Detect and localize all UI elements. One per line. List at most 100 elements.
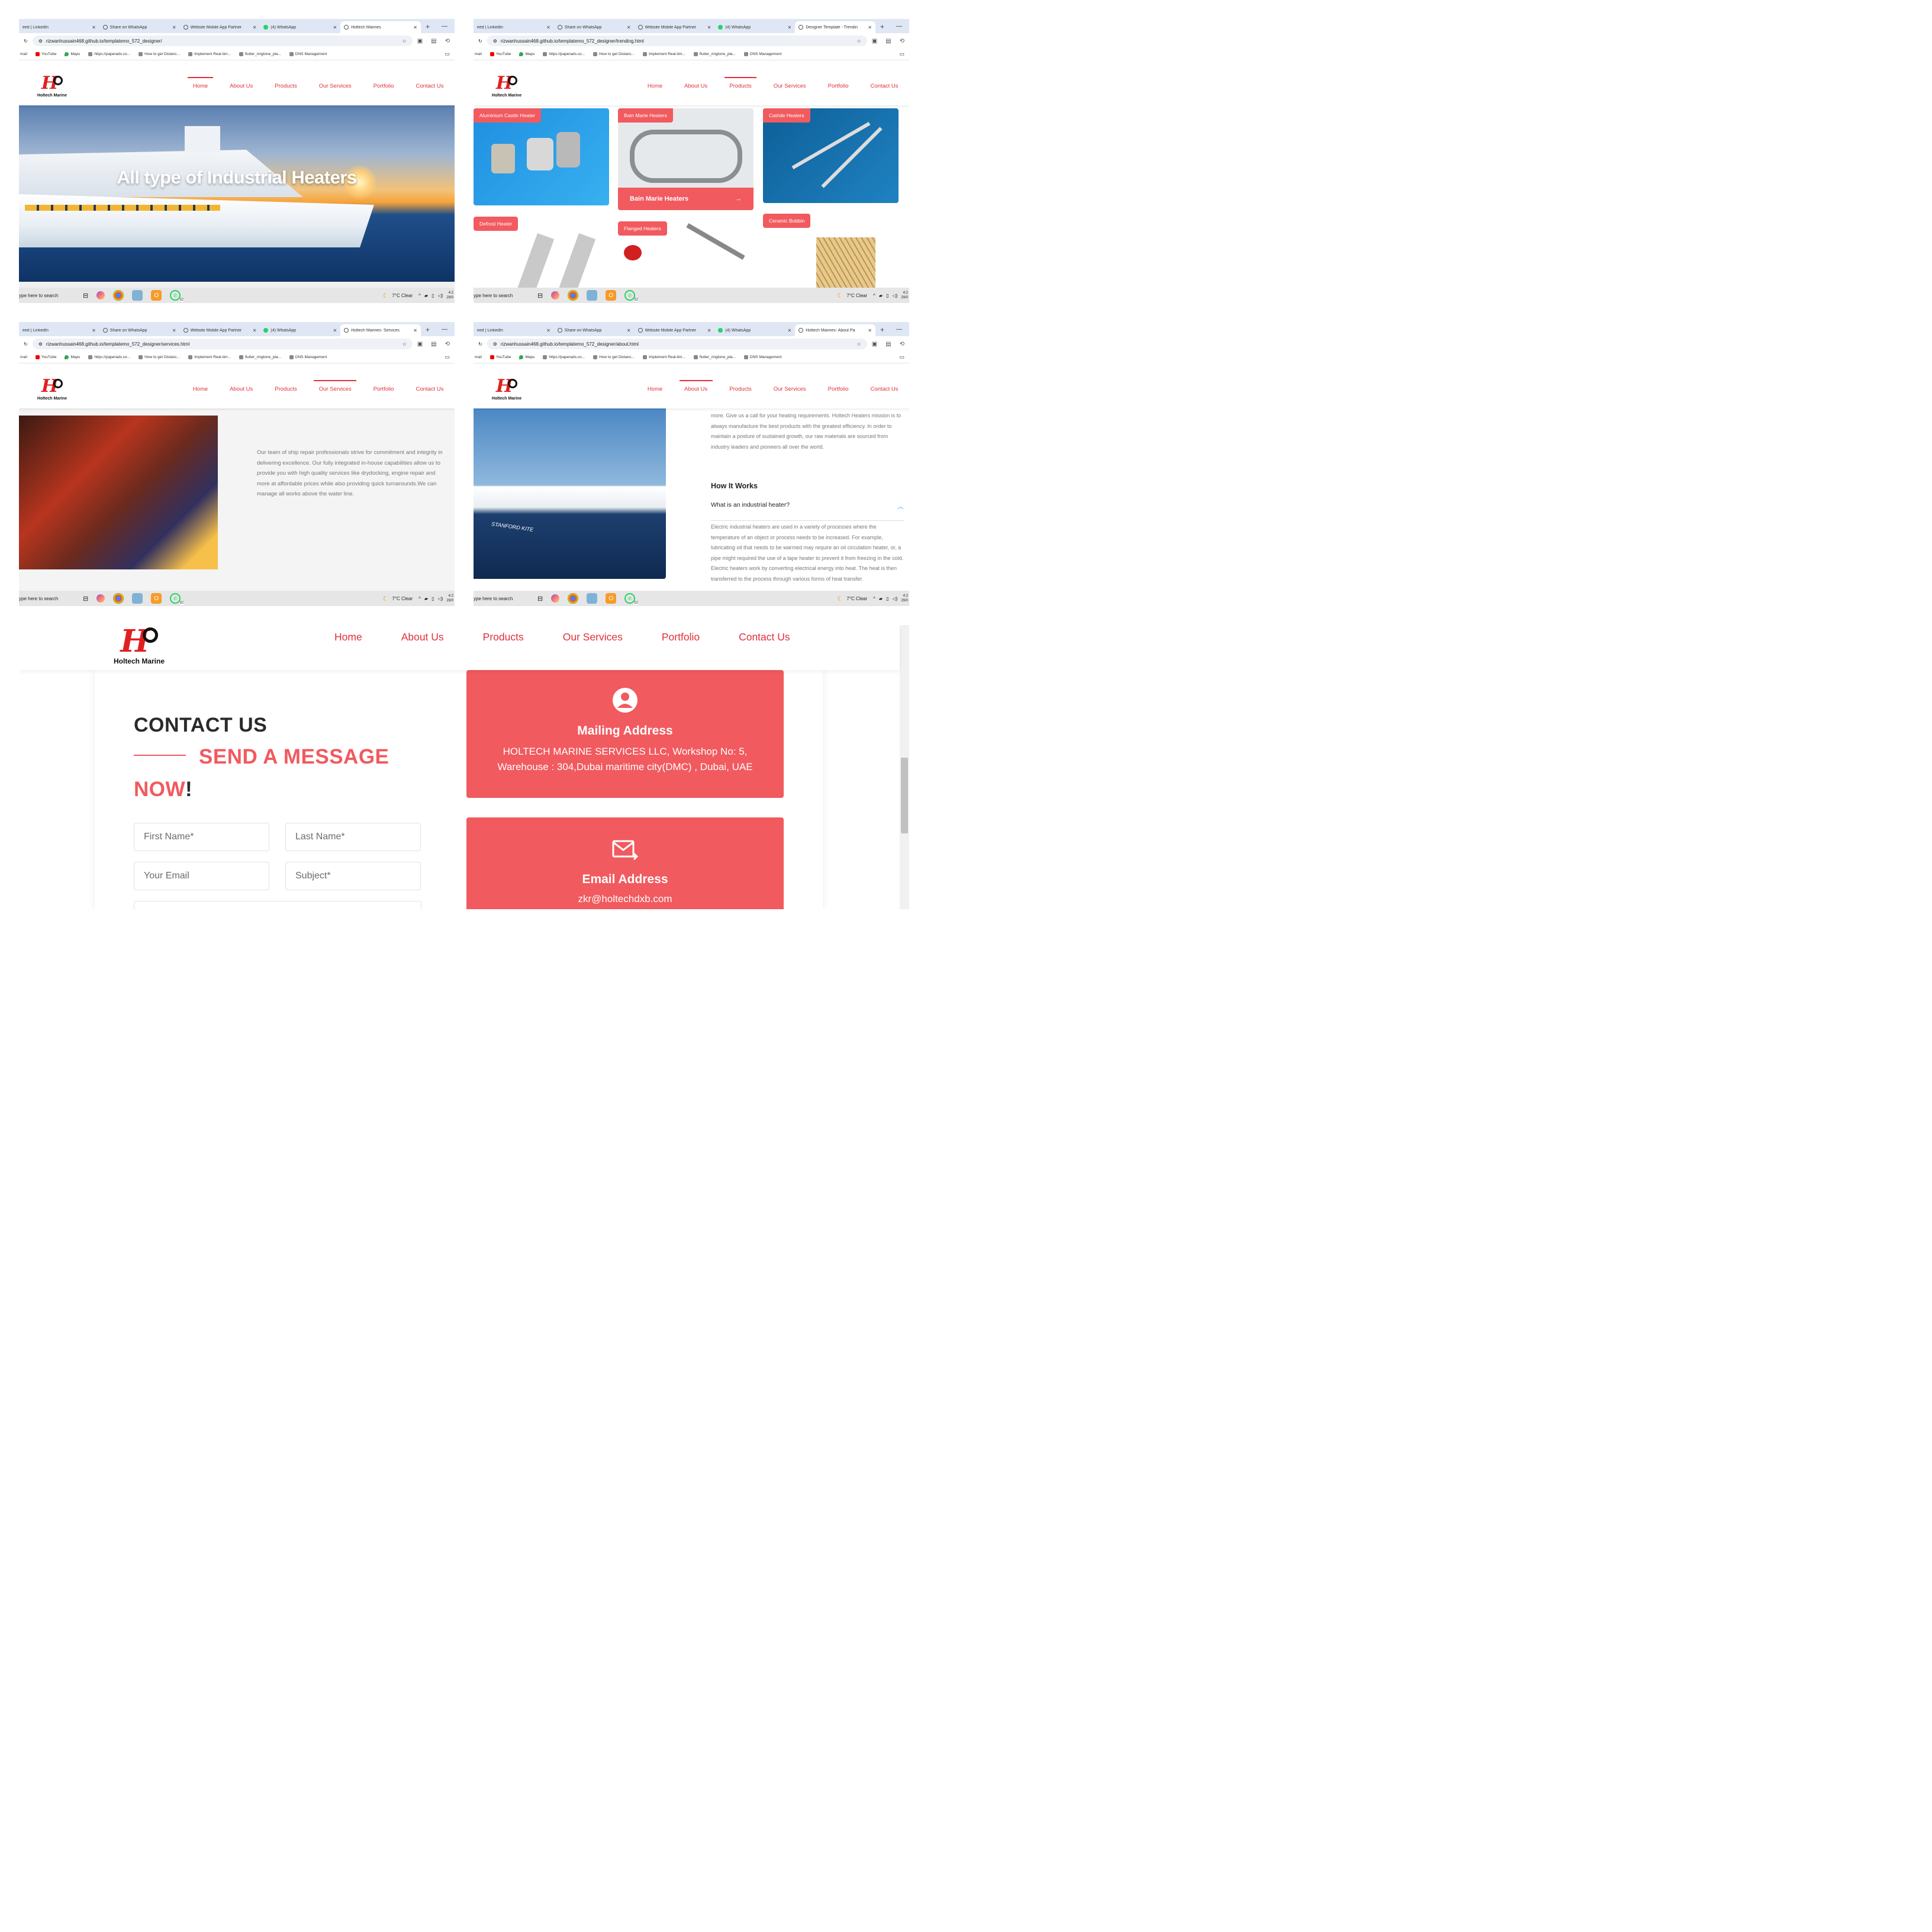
copilot-icon[interactable]	[551, 594, 560, 603]
reload-icon[interactable]: ↻	[24, 342, 28, 347]
tab-whatsapp[interactable]: (4) WhatsApp ✕	[260, 21, 340, 33]
close-icon[interactable]: ✕	[707, 25, 711, 30]
extension-icon[interactable]: ▣	[417, 38, 423, 44]
extension-icon[interactable]: ▣	[417, 341, 423, 347]
copilot-icon[interactable]	[96, 291, 105, 300]
nav-home[interactable]: Home	[315, 625, 382, 649]
product-card-catride[interactable]: Catride Heaters	[763, 108, 899, 203]
whatsapp-icon[interactable]: ✆ 92	[170, 593, 185, 605]
close-icon[interactable]: ✕	[92, 328, 96, 333]
extensions-puzzle-icon[interactable]: ⟲	[445, 38, 450, 44]
bookmark-maps[interactable]: Maps	[519, 52, 534, 56]
close-icon[interactable]: ✕	[787, 25, 791, 30]
close-icon[interactable]: ✕	[627, 328, 631, 333]
nav-contact[interactable]: Contact Us	[719, 625, 810, 649]
tab-search-icon[interactable]: ▤	[886, 341, 891, 347]
minimize-icon[interactable]: —	[889, 23, 909, 33]
site-info-icon[interactable]: ⚙	[493, 38, 497, 44]
product-card-aluminium[interactable]: Aluminium Castin Heater	[474, 108, 609, 205]
nav-about[interactable]: About Us	[219, 66, 264, 105]
new-tab-icon[interactable]: +	[875, 22, 889, 33]
tab-share-whatsapp[interactable]: Share on WhatsApp ✕	[99, 21, 180, 33]
bookmark-dns[interactable]: DNS Management	[289, 355, 327, 359]
clock[interactable]: 4:2 29/0	[901, 291, 909, 300]
email-link[interactable]: zkr@holtechdxb.com	[466, 891, 784, 907]
faq-question[interactable]: What is an industrial heater? ︿	[711, 501, 904, 521]
tab-whatsapp[interactable]: (4) WhatsApp ✕	[714, 324, 795, 336]
product-card-bain-marie[interactable]: Bain Marie Heaters Bain Marie Heaters →	[618, 108, 754, 210]
new-tab-icon[interactable]: +	[421, 326, 434, 336]
network-icon[interactable]: ▰	[879, 596, 883, 601]
close-icon[interactable]: ✕	[787, 328, 791, 333]
tab-search-icon[interactable]: ▤	[431, 38, 436, 44]
battery-icon[interactable]: ▯	[432, 596, 434, 601]
network-icon[interactable]: ▰	[879, 293, 883, 298]
nav-services[interactable]: Our Services	[762, 66, 817, 105]
url-field[interactable]: ⚙ rizwanhussain468.github.io/templatemo_5…	[32, 339, 413, 349]
extension-icon[interactable]: ▣	[872, 341, 877, 347]
bookmark-dns[interactable]: DNS Management	[743, 355, 781, 359]
close-icon[interactable]: ✕	[546, 328, 550, 333]
nav-portfolio[interactable]: Portfolio	[817, 369, 859, 408]
logo[interactable]: H Holtech Marine	[33, 75, 71, 98]
files-icon[interactable]	[587, 593, 598, 604]
nav-portfolio[interactable]: Portfolio	[362, 66, 405, 105]
close-icon[interactable]: ✕	[868, 328, 872, 333]
tab-linkedin[interactable]: eed | LinkedIn ✕	[474, 324, 554, 336]
system-tray[interactable]: ^ ▰ ▯ ◁)	[873, 596, 897, 601]
weather-widget[interactable]: ☾ 7°C Clear	[838, 595, 868, 603]
nav-services[interactable]: Our Services	[543, 625, 642, 649]
system-tray[interactable]: ^ ▰ ▯ ◁)	[418, 596, 443, 601]
tab-website-partner[interactable]: Website Mobile App Partner ✕	[635, 21, 715, 33]
nav-portfolio[interactable]: Portfolio	[642, 625, 719, 649]
bookmark-flutter[interactable]: flutter_ringtone_pla...	[693, 52, 736, 56]
url-field[interactable]: ⚙ rizwanhussain468.github.io/templatemo_5…	[487, 339, 867, 349]
url-field[interactable]: ⚙ rizwanhussain468.github.io/templatemo_5…	[32, 36, 413, 46]
bookmark-mail[interactable]: mail	[475, 52, 482, 56]
close-icon[interactable]: ✕	[253, 328, 257, 333]
files-icon[interactable]	[132, 290, 143, 301]
bookmark-dns[interactable]: DNS Management	[743, 52, 781, 56]
close-icon[interactable]: ✕	[413, 25, 417, 30]
folder-icon[interactable]: ▭	[899, 354, 908, 360]
battery-icon[interactable]: ▯	[886, 596, 888, 601]
close-icon[interactable]: ✕	[172, 25, 176, 30]
nav-products[interactable]: Products	[719, 66, 763, 105]
reload-icon[interactable]: ↻	[478, 38, 482, 44]
network-icon[interactable]: ▰	[424, 596, 428, 601]
tab-search-icon[interactable]: ▤	[431, 341, 436, 347]
product-footer[interactable]: Bain Marie Heaters →	[618, 188, 754, 210]
tab-share-whatsapp[interactable]: Share on WhatsApp ✕	[554, 21, 635, 33]
minimize-icon[interactable]: —	[434, 326, 455, 336]
logo[interactable]: H Holtech Marine	[488, 378, 526, 401]
volume-icon[interactable]: ◁)	[437, 596, 443, 601]
nav-portfolio[interactable]: Portfolio	[362, 369, 405, 408]
chevron-up-icon[interactable]: ^	[873, 293, 875, 298]
product-tag[interactable]: Ceramic Bobbin	[763, 214, 811, 228]
logo[interactable]: H Holtech Marine	[488, 75, 526, 98]
chrome-icon[interactable]	[113, 290, 124, 301]
site-info-icon[interactable]: ⚙	[493, 342, 497, 347]
extensions-puzzle-icon[interactable]: ⟲	[900, 341, 904, 347]
chrome-icon[interactable]	[113, 593, 124, 604]
copilot-icon[interactable]	[551, 291, 560, 300]
close-icon[interactable]: ✕	[413, 328, 417, 333]
nav-home[interactable]: Home	[182, 369, 218, 408]
tab-active[interactable]: Holtech Marines- About Pa ✕	[795, 324, 875, 336]
volume-icon[interactable]: ◁)	[437, 293, 443, 298]
clock[interactable]: 4:2 29/0	[446, 594, 455, 603]
close-icon[interactable]: ✕	[172, 328, 176, 333]
bookmark-realtime[interactable]: Implement Real-tim...	[643, 355, 685, 359]
outlook-icon[interactable]: O	[151, 593, 162, 604]
product-tag[interactable]: Aluminium Castin Heater	[474, 108, 542, 123]
bookmark-paperads[interactable]: https://paperads.co...	[88, 355, 130, 359]
bookmark-realtime[interactable]: Implement Real-tim...	[188, 52, 231, 56]
tab-linkedin[interactable]: eed | LinkedIn ✕	[19, 324, 99, 336]
volume-icon[interactable]: ◁)	[892, 293, 897, 298]
system-tray[interactable]: ^ ▰ ▯ ◁)	[873, 293, 897, 298]
star-icon[interactable]: ☆	[402, 38, 407, 44]
taskbar-search[interactable]: ype here to search	[19, 293, 78, 298]
nav-portfolio[interactable]: Portfolio	[817, 66, 859, 105]
close-icon[interactable]: ✕	[707, 328, 711, 333]
nav-services[interactable]: Our Services	[308, 369, 362, 408]
